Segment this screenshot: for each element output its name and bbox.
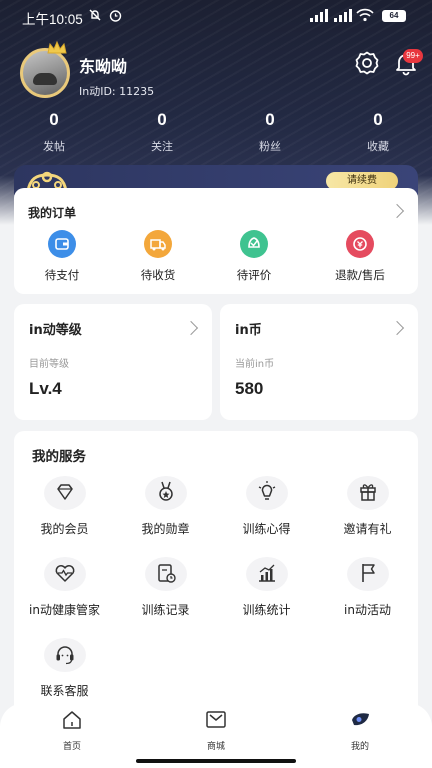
tab-home[interactable]: 首页	[32, 709, 112, 752]
chevron-right-icon[interactable]	[389, 203, 405, 219]
headset-icon	[43, 638, 86, 672]
diamond-icon	[43, 476, 86, 510]
wifi-icon	[356, 8, 374, 22]
tab-label: 商城	[206, 742, 225, 752]
tab-mall[interactable]: 商城	[176, 709, 256, 752]
signal-icon-2	[334, 9, 352, 22]
stat-value: 0	[49, 110, 59, 129]
tab-mine[interactable]: 我的	[320, 709, 400, 752]
stat-value: 0	[157, 110, 167, 129]
stat-posts[interactable]: 0 发帖	[14, 108, 94, 154]
service-customer-support[interactable]: 联系客服	[14, 638, 115, 699]
heart-pulse-icon	[43, 557, 86, 591]
stat-label: 关注	[151, 140, 173, 153]
stats-row: 0 发帖 0 关注 0 粉丝 0 收藏	[0, 108, 432, 156]
orders-title: 我的订单	[28, 206, 77, 220]
review-icon	[240, 230, 268, 258]
stat-followers[interactable]: 0 粉丝	[230, 108, 310, 154]
stat-following[interactable]: 0 关注	[122, 108, 202, 154]
service-label: 我的会员	[40, 522, 89, 536]
service-label: 训练统计	[242, 603, 291, 617]
status-bar: 上午10:05 64	[0, 0, 432, 32]
order-pending-review[interactable]: 待评价	[212, 230, 296, 283]
gift-icon	[346, 476, 389, 510]
medal-icon	[144, 476, 187, 510]
level-card[interactable]: in动等级 目前等级 Lv.4	[14, 304, 212, 420]
gear-icon[interactable]	[354, 50, 380, 76]
coin-card[interactable]: in币 当前in币 580	[220, 304, 418, 420]
signal-icon	[310, 9, 328, 22]
order-label: 退款/售后	[335, 268, 385, 282]
stat-value: 0	[373, 110, 383, 129]
service-membership[interactable]: 我的会员	[14, 476, 115, 537]
tab-label: 我的	[350, 742, 369, 752]
services-title: 我的服务	[32, 449, 86, 465]
level-subtitle: 目前等级	[29, 359, 69, 370]
service-activities[interactable]: in动活动	[317, 557, 418, 618]
service-medals[interactable]: 我的勋章	[115, 476, 216, 537]
order-refund[interactable]: 退款/售后	[318, 230, 402, 283]
coin-title: in币	[235, 323, 262, 338]
battery-indicator: 64	[382, 10, 406, 22]
stat-label: 收藏	[367, 140, 389, 153]
service-health-manager[interactable]: in动健康管家	[14, 557, 115, 618]
notification-badge: 99+	[403, 49, 423, 63]
service-training-stats[interactable]: 训练统计	[216, 557, 317, 618]
coin-subtitle: 当前in币	[235, 359, 275, 370]
lightbulb-icon	[245, 476, 288, 510]
user-id: In动ID: 11235	[79, 85, 155, 98]
stat-label: 发帖	[43, 140, 65, 153]
service-training-notes[interactable]: 训练心得	[216, 476, 317, 537]
record-icon	[144, 557, 187, 591]
order-label: 待收货	[140, 268, 176, 282]
orders-card: 我的订单 待支付 待收货 待评价 退款/售后	[14, 188, 418, 294]
stat-value: 0	[265, 110, 275, 129]
coin-value: 580	[235, 379, 264, 398]
stat-favorites[interactable]: 0 收藏	[338, 108, 418, 154]
level-value: Lv.4	[29, 379, 62, 398]
order-pending-payment[interactable]: 待支付	[20, 230, 104, 283]
mute-icon	[89, 9, 101, 21]
service-label: 训练记录	[141, 603, 190, 617]
service-invite[interactable]: 邀请有礼	[317, 476, 418, 537]
order-pending-delivery[interactable]: 待收货	[116, 230, 200, 283]
crown-icon	[47, 40, 67, 54]
service-label: in动健康管家	[29, 603, 100, 617]
mall-icon	[206, 711, 226, 728]
tab-label: 首页	[62, 742, 81, 752]
status-time: 上午10:05	[22, 12, 83, 27]
service-label: 联系客服	[40, 684, 89, 698]
chart-icon	[245, 557, 288, 591]
order-label: 待评价	[236, 268, 272, 282]
chevron-right-icon	[389, 320, 405, 336]
home-indicator[interactable]	[136, 759, 296, 763]
home-icon	[63, 711, 81, 729]
level-title: in动等级	[29, 323, 82, 338]
service-label: 训练心得	[242, 522, 291, 536]
username[interactable]: 东呦呦	[79, 53, 127, 77]
wallet-icon	[48, 230, 76, 258]
refund-icon	[346, 230, 374, 258]
service-training-record[interactable]: 训练记录	[115, 557, 216, 618]
alarm-icon	[109, 10, 122, 22]
truck-icon	[144, 230, 172, 258]
service-label: 我的勋章	[141, 522, 190, 536]
order-label: 待支付	[44, 268, 80, 282]
stat-label: 粉丝	[259, 140, 281, 153]
service-label: in动活动	[344, 603, 391, 617]
services-card: 我的服务 我的会员 我的勋章 训练心得 邀请有礼 in动健康管家 训练记录 训练…	[14, 431, 418, 721]
flag-icon	[346, 557, 389, 591]
chevron-right-icon	[183, 320, 199, 336]
profile-icon	[352, 713, 369, 726]
service-label: 邀请有礼	[343, 522, 392, 536]
